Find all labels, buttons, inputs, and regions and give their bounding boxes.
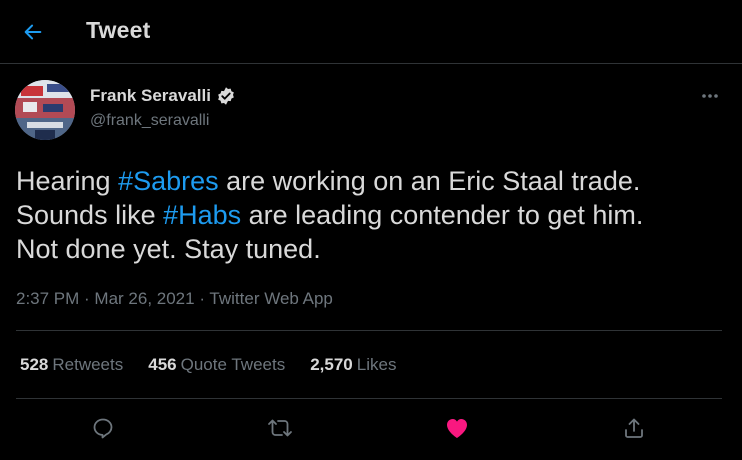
tweet-text-segment: are working on an Eric Staal trade.	[218, 166, 641, 196]
share-button[interactable]	[616, 410, 652, 446]
retweets-count: 528	[20, 355, 49, 374]
engagement-stats: 528 Retweets 456 Quote Tweets 2,570 Likes	[20, 355, 396, 375]
divider	[16, 398, 722, 399]
avatar[interactable]	[15, 80, 75, 140]
author-name[interactable]: Frank Seravalli	[90, 86, 236, 106]
tweet-text: Hearing #Sabres are working on an Eric S…	[16, 164, 726, 266]
hashtag-link[interactable]: #Sabres	[118, 166, 219, 196]
author-handle[interactable]: @frank_seravalli	[90, 112, 209, 130]
tweet-line-1: Hearing #Sabres are working on an Eric S…	[16, 164, 726, 198]
reply-button[interactable]	[85, 410, 121, 446]
reply-icon	[93, 418, 113, 439]
heart-filled-icon	[447, 419, 467, 438]
tweet-line-2: Sounds like #Habs are leading contender …	[16, 198, 726, 232]
verified-badge-icon	[216, 86, 236, 106]
arrow-left-icon	[24, 24, 42, 40]
divider	[16, 330, 722, 331]
tweet-header: Tweet	[0, 0, 742, 64]
tweet-time[interactable]: 2:37 PM	[16, 289, 79, 308]
tweet-metadata: 2:37 PM · Mar 26, 2021 · Twitter Web App	[16, 289, 333, 309]
author-name-text: Frank Seravalli	[90, 86, 211, 105]
separator: ·	[194, 289, 210, 308]
separator: ·	[79, 289, 95, 308]
tweet-date[interactable]: Mar 26, 2021	[94, 289, 194, 308]
page-title: Tweet	[86, 17, 151, 43]
likes-count: 2,570	[310, 355, 353, 374]
tweet-line-3: Not done yet. Stay tuned.	[16, 234, 321, 264]
share-icon	[625, 418, 643, 438]
tweet-text-segment: are leading contender to get him.	[241, 200, 644, 230]
quotes-label: Quote Tweets	[180, 355, 286, 374]
more-horizontal-icon	[702, 94, 718, 98]
more-options-button[interactable]	[694, 82, 726, 110]
likes-stat[interactable]: 2,570 Likes	[310, 355, 396, 375]
tweet-text-segment: Hearing	[16, 166, 119, 196]
tweet-text-segment: Sounds like	[16, 200, 164, 230]
quotes-count: 456	[148, 355, 177, 374]
retweets-stat[interactable]: 528 Retweets	[20, 355, 123, 375]
retweets-label: Retweets	[52, 355, 124, 374]
retweet-icon	[268, 419, 292, 437]
hashtag-link[interactable]: #Habs	[163, 200, 241, 230]
like-button[interactable]	[439, 410, 475, 446]
tweet-source[interactable]: Twitter Web App	[209, 289, 332, 308]
likes-label: Likes	[356, 355, 397, 374]
retweet-button[interactable]	[262, 410, 298, 446]
back-button[interactable]	[14, 14, 52, 50]
quote-tweets-stat[interactable]: 456 Quote Tweets	[148, 355, 285, 375]
